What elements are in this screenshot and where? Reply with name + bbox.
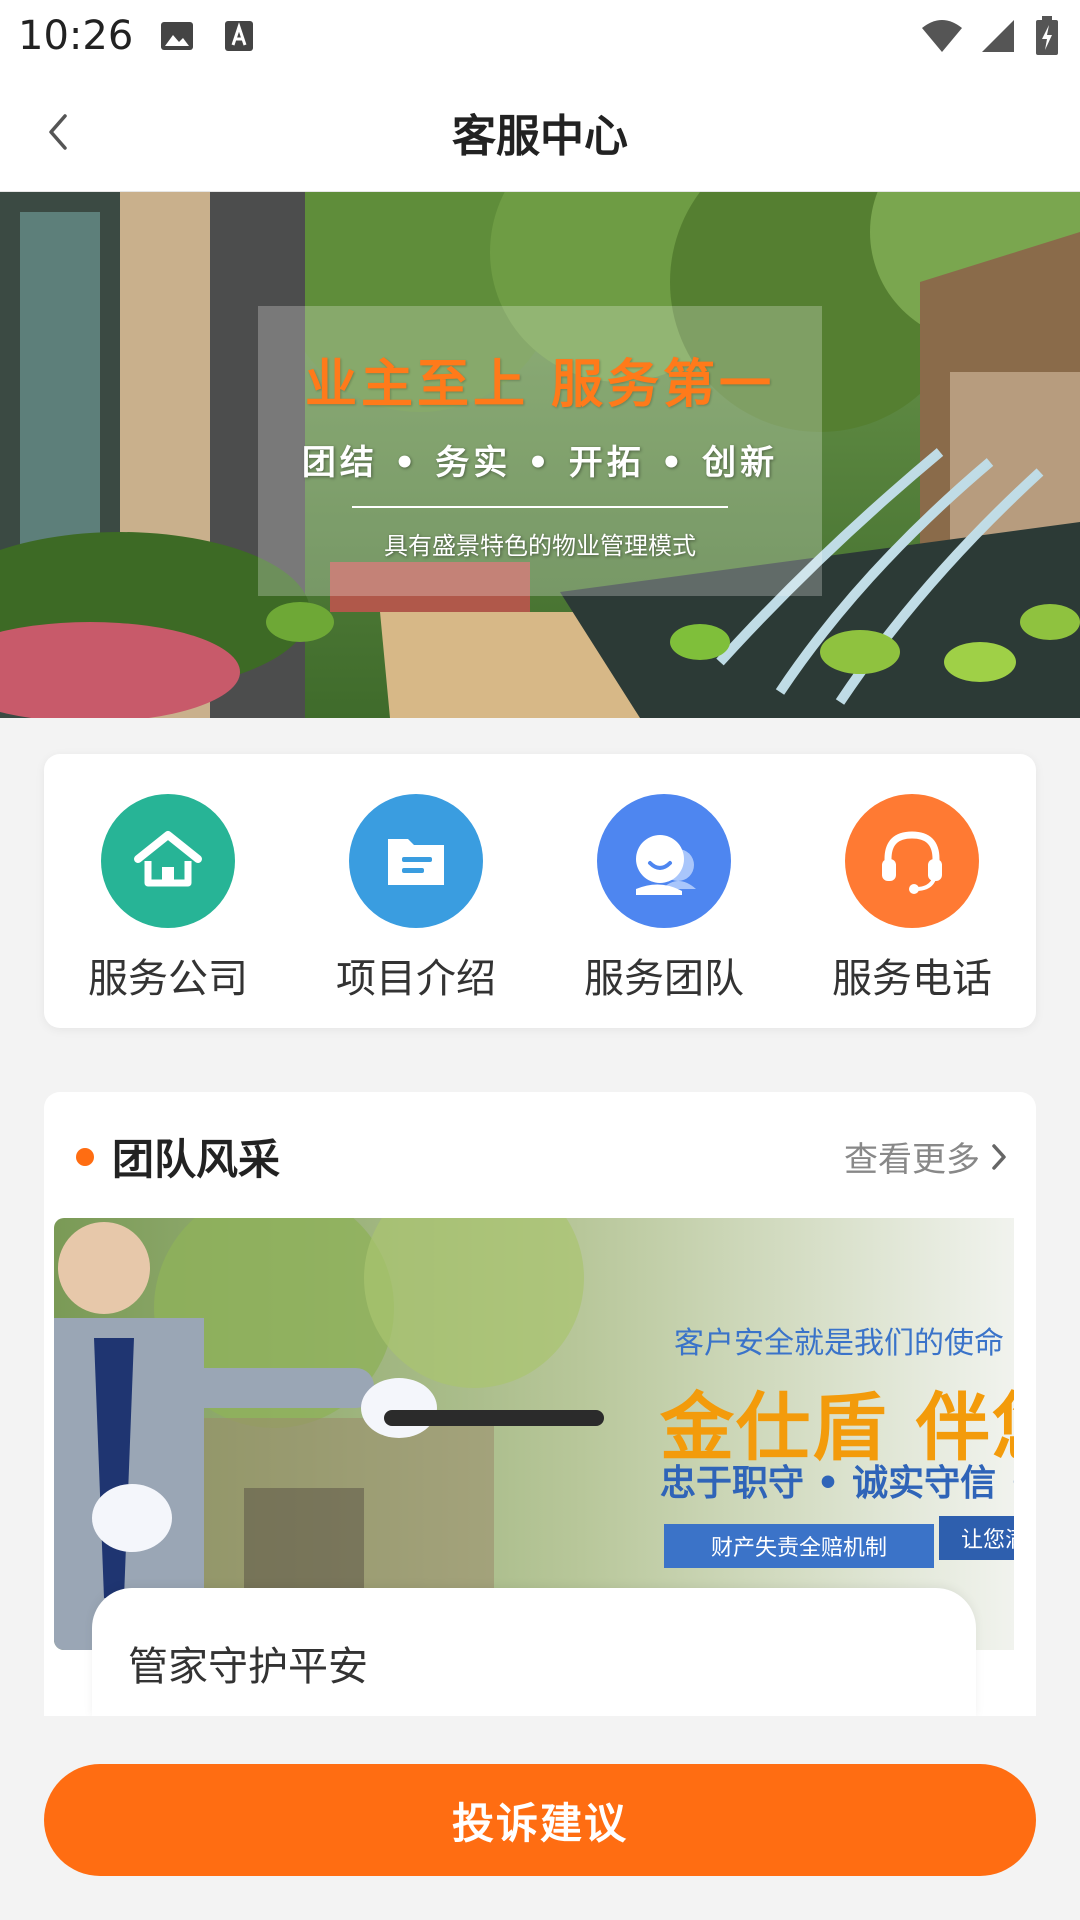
status-right <box>920 16 1062 55</box>
customer-service-screen: 10:26 客服中心 业主至上 服务第一 团结 • 务实 • 开拓 • 创新 具… <box>0 0 1080 1920</box>
quick-menu-card: 服务公司 项目介绍 服务团队 服务电话 <box>44 754 1036 1028</box>
banner-text-panel: 业主至上 服务第一 团结 • 务实 • 开拓 • 创新 具有盛景特色的物业管理模… <box>258 306 822 596</box>
menu-item-service-team[interactable]: 服务团队 <box>564 794 764 1004</box>
battery-charging-icon <box>1032 16 1062 55</box>
wifi-icon <box>920 18 964 54</box>
team-section-title: 团队风采 <box>112 1135 281 1184</box>
title-bar: 客服中心 <box>0 72 1080 192</box>
team-image-ribbon-left: 财产失责全赔机制 <box>664 1524 934 1568</box>
status-bar: 10:26 <box>0 0 1080 72</box>
status-left: 10:26 <box>18 13 257 59</box>
chevron-right-icon <box>992 1143 1006 1170</box>
menu-item-project-intro[interactable]: 项目介绍 <box>316 794 516 1004</box>
banner-subtitle: 具有盛景特色的物业管理模式 <box>384 531 696 560</box>
complaint-suggestion-button[interactable]: 投诉建议 <box>44 1764 1036 1876</box>
banner-carousel[interactable]: 业主至上 服务第一 团结 • 务实 • 开拓 • 创新 具有盛景特色的物业管理模… <box>0 192 1080 718</box>
banner-headline: 业主至上 服务第一 <box>304 354 776 415</box>
menu-item-label: 服务团队 <box>584 956 744 1002</box>
menu-item-service-phone[interactable]: 服务电话 <box>812 794 1012 1004</box>
home-icon <box>101 794 235 928</box>
view-more-label: 查看更多 <box>844 1140 980 1180</box>
team-image-caption: 管家守护平安 <box>92 1588 976 1716</box>
menu-item-label: 服务电话 <box>832 956 992 1002</box>
status-time: 10:26 <box>18 13 134 59</box>
team-showcase-image[interactable]: 客户安全就是我们的使命 金仕盾 伴您 忠于职守 • 诚实守信 • 财产失责全赔机… <box>54 1218 1014 1650</box>
team-image-slogan-top: 客户安全就是我们的使命 <box>674 1326 1004 1361</box>
menu-item-service-company[interactable]: 服务公司 <box>68 794 268 1004</box>
team-icon <box>597 794 731 928</box>
folder-icon <box>349 794 483 928</box>
complaint-button-label: 投诉建议 <box>451 1798 628 1848</box>
font-download-icon <box>221 18 257 54</box>
team-caption-text: 管家守护平安 <box>128 1644 368 1690</box>
team-section-card: 团队风采 查看更多 客户安全就是我们的使命 金仕盾 伴 忠于职守 • 诚实守信 … <box>44 1092 1036 1716</box>
chevron-left-icon <box>49 114 67 150</box>
section-dot <box>76 1148 94 1166</box>
ribbon-left-text: 财产失责全赔机制 <box>710 1536 887 1561</box>
team-section-header: 团队风采 查看更多 <box>44 1092 1036 1216</box>
menu-item-label: 服务公司 <box>88 956 248 1002</box>
banner-tagline: 团结 • 务实 • 开拓 • 创新 <box>301 442 779 483</box>
team-image-ribbon-right: 让您满 <box>939 1516 1014 1560</box>
ribbon-right-text: 让您满 <box>961 1528 1014 1553</box>
image-icon <box>159 18 195 54</box>
page-title: 客服中心 <box>452 110 628 162</box>
view-more-link[interactable]: 查看更多 <box>844 1132 1008 1181</box>
back-button[interactable] <box>28 102 88 162</box>
headset-icon <box>845 794 979 928</box>
menu-item-label: 项目介绍 <box>336 956 496 1002</box>
team-image-slogan-mid: 忠于职守 • 诚实守信 • <box>660 1463 1014 1504</box>
signal-icon <box>978 18 1018 54</box>
banner-divider <box>352 505 728 508</box>
